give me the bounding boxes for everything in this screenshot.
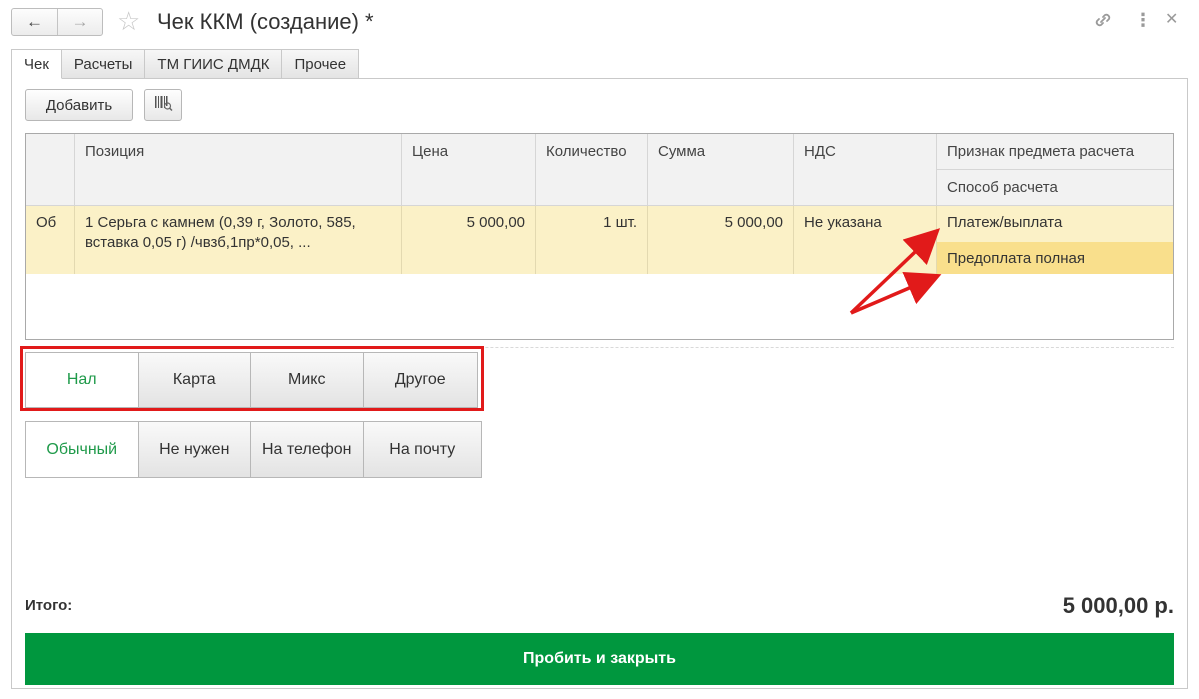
- total-value: 5 000,00 р.: [1062, 593, 1174, 618]
- link-icon[interactable]: [1093, 10, 1113, 34]
- tab-payments[interactable]: Расчеты: [61, 49, 146, 79]
- barcode-scan-icon: [153, 93, 173, 117]
- total-label: Итого:: [25, 597, 73, 614]
- delivery-email-button[interactable]: На почту: [362, 422, 481, 477]
- navigation-buttons: ← →: [11, 8, 103, 36]
- tab-other[interactable]: Прочее: [282, 49, 360, 79]
- delivery-phone-button[interactable]: На телефон: [250, 422, 363, 477]
- window-title: Чек ККМ (создание) *: [157, 9, 374, 34]
- forward-arrow-icon: →: [71, 12, 89, 31]
- row-quantity[interactable]: 1 шт.: [536, 206, 648, 274]
- submit-close-button[interactable]: Пробить и закрыть: [25, 633, 1174, 685]
- row-price[interactable]: 5 000,00: [402, 206, 536, 274]
- forward-button[interactable]: →: [57, 9, 102, 35]
- row-status: Об: [26, 206, 75, 274]
- tab-check[interactable]: Чек: [11, 49, 62, 79]
- add-button[interactable]: Добавить: [25, 89, 133, 121]
- receipt-delivery-selector: Обычный Не нужен На телефон На почту: [25, 421, 482, 478]
- close-icon[interactable]: ✕: [1165, 10, 1178, 30]
- row-payment-subject[interactable]: Платеж/выплата: [937, 206, 1173, 242]
- row-payment-method[interactable]: Предоплата полная: [937, 242, 1173, 274]
- column-header-payment-method[interactable]: Способ расчета: [937, 170, 1173, 206]
- delivery-none-button[interactable]: Не нужен: [137, 422, 250, 477]
- annotation-highlight-frame: [20, 346, 484, 411]
- row-sum[interactable]: 5 000,00: [648, 206, 794, 274]
- column-header-price[interactable]: Цена: [402, 134, 536, 206]
- column-header-payment-subject[interactable]: Признак предмета расчета: [937, 134, 1173, 170]
- tab-bar: Чек Расчеты ТМ ГИИС ДМДК Прочее: [11, 49, 360, 79]
- row-vat[interactable]: Не указана: [794, 206, 937, 274]
- column-header-status: [26, 134, 75, 206]
- column-header-position[interactable]: Позиция: [75, 134, 402, 206]
- column-header-quantity[interactable]: Количество: [536, 134, 648, 206]
- items-table[interactable]: Позиция Цена Количество Сумма НДС Призна…: [25, 133, 1174, 340]
- barcode-scan-button[interactable]: [144, 89, 182, 121]
- window-titlebar: ← → ☆ Чек ККМ (создание) * ⋮ ✕: [0, 0, 1199, 44]
- column-header-vat[interactable]: НДС: [794, 134, 937, 206]
- back-arrow-icon: ←: [26, 12, 43, 31]
- back-button[interactable]: ←: [12, 9, 57, 35]
- delivery-normal-button[interactable]: Обычный: [26, 422, 138, 477]
- tab-giis-dmdk[interactable]: ТМ ГИИС ДМДК: [145, 49, 283, 79]
- more-options-icon[interactable]: ⋮: [1134, 10, 1152, 30]
- favorite-star-icon[interactable]: ☆: [117, 6, 140, 36]
- row-position[interactable]: 1 Серьга с камнем (0,39 г, Золото, 585, …: [75, 206, 402, 274]
- column-header-sum[interactable]: Сумма: [648, 134, 794, 206]
